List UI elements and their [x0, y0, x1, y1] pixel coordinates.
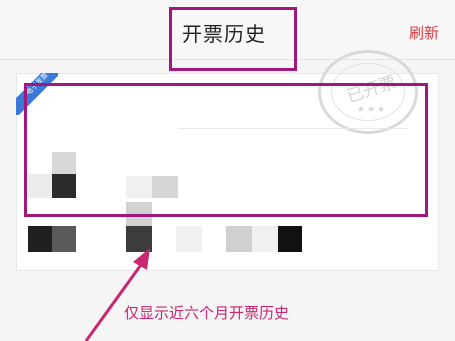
obscured-block — [176, 226, 202, 252]
obscured-block — [252, 226, 278, 252]
obscured-block — [52, 152, 76, 174]
annotation-note: 仅显示近六个月开票历史 — [124, 304, 290, 322]
ribbon-label: 电子发票 — [24, 73, 50, 97]
page-title: 开票历史 — [182, 22, 266, 46]
refresh-button[interactable]: 刷新 — [409, 22, 439, 43]
ribbon-badge: 电子发票 — [16, 73, 58, 115]
obscured-block — [226, 226, 252, 252]
obscured-block — [28, 226, 52, 252]
card-divider — [178, 128, 408, 129]
obscured-block — [152, 176, 178, 198]
obscured-block — [126, 202, 152, 226]
obscured-block — [52, 226, 76, 252]
obscured-block — [52, 174, 76, 198]
obscured-block — [126, 176, 152, 198]
issued-stamp: 已开票 ★★★ — [318, 50, 418, 134]
obscured-block — [28, 174, 52, 198]
obscured-block — [126, 226, 152, 252]
obscured-block — [278, 226, 302, 252]
stamp-stars: ★★★ — [356, 105, 388, 115]
